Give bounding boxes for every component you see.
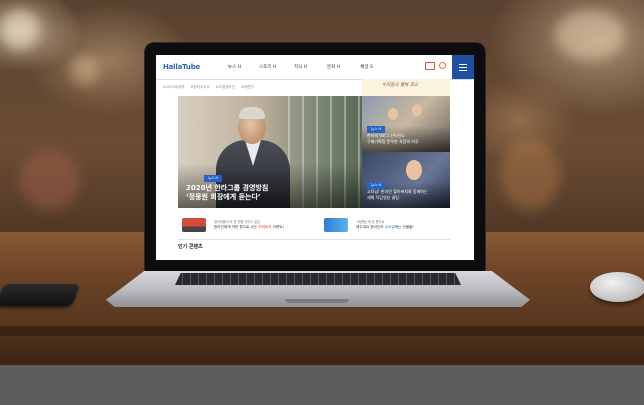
promo-text: 한라피플이 꼭 한 번쯤 이야기 같은 한라인에게 따뜻 힘으로 주는 커피트럭… <box>214 220 284 230</box>
laptop-screen: HallaTube 뉴스 H 스토리 H 지식 H 문화 H 채널 S #202… <box>156 55 474 260</box>
promo-wednesday[interactable]: 시청했는데 안 봤어요 해주세요 한라인의 수요일에는 선물을! <box>324 213 464 237</box>
bokeh-light <box>70 55 100 85</box>
card-title-line: 새해 덕담영상 꿀팁 <box>367 194 399 200</box>
nav-item-culture[interactable]: 문화 H <box>317 64 350 70</box>
table-edge <box>0 326 644 336</box>
background-scene: HallaTube 뉴스 H 스토리 H 지식 H 문화 H 채널 S #202… <box>0 0 644 365</box>
computer-mouse <box>590 272 644 302</box>
site-logo[interactable]: HallaTube <box>163 63 200 71</box>
site-header: HallaTube 뉴스 H 스토리 H 지식 H 문화 H 채널 S <box>156 55 474 80</box>
promo-text: 시청했는데 안 봤어요 해주세요 한라인의 수요일에는 선물을! <box>356 220 414 230</box>
coffee-truck-icon <box>182 218 206 232</box>
hero-badge: 뉴스 H <box>204 175 223 182</box>
tag-link[interactable]: #바른인 <box>241 85 254 89</box>
promo-line: 해주세요 한라인의 수요일에는 선물을! <box>356 225 414 230</box>
promo-line: 한라인에게 따뜻 힘으로 주는 커피트럭 이벤트! <box>214 225 284 230</box>
nav-item-story[interactable]: 스토리 H <box>251 64 284 70</box>
tag-link[interactable]: #2020유성부 <box>163 85 185 89</box>
card-title-line: 구매기획팀 윤주현 차장의 하루 <box>367 138 419 144</box>
header-icons <box>425 62 446 70</box>
smartphone <box>0 284 81 306</box>
wednesday-logo-icon <box>324 218 348 232</box>
card-badge: 뉴스 H <box>367 182 386 189</box>
main-nav: 뉴스 H 스토리 H 지식 H 문화 H 채널 S <box>218 64 383 70</box>
nav-item-channel[interactable]: 채널 S <box>350 64 383 70</box>
bokeh-light <box>500 140 560 210</box>
card-title: 고모님! 한라인 할아버지와 함께하는 새해 덕담영상 꿀팁 <box>367 189 428 200</box>
card-title-line: 고모님! 한라인 할아버지와 함께하는 <box>367 189 428 194</box>
laptop-keyboard <box>175 273 461 285</box>
nav-item-news[interactable]: 뉴스 H <box>218 64 251 70</box>
section-title: 인기 콘텐츠 <box>178 244 203 250</box>
bottom-band <box>0 365 644 405</box>
person-hair <box>239 107 265 119</box>
nav-item-knowledge[interactable]: 지식 H <box>284 64 317 70</box>
promo-line-text: 이벤트! <box>271 225 284 229</box>
card-title: 한라의 V로그 (주)만도 구매기획팀 윤주현 차장의 하루 <box>367 133 419 144</box>
card-badge: 뉴스 H <box>367 126 386 133</box>
person-face <box>388 108 398 120</box>
search-icon[interactable] <box>439 62 446 69</box>
promo-line-text: 한라인에게 따뜻 힘으로 주는 <box>214 225 259 229</box>
promo-coffee-truck[interactable]: 한라피플이 꼭 한 번쯤 이야기 같은 한라인에게 따뜻 힘으로 주는 커피트럭… <box>182 213 322 237</box>
hero-title-line: 2020년 한라그룹 경영방침 <box>186 184 269 192</box>
tag-link[interactable]: #한라주의소 <box>191 85 210 89</box>
bokeh-light <box>555 10 625 60</box>
tag-link[interactable]: #오일앤마인 <box>216 85 235 89</box>
promo-line-text: 해주세요 한라인의 <box>356 225 385 229</box>
hamburger-menu-icon[interactable] <box>452 55 474 79</box>
side-banner[interactable]: 우리들의 행복 학교 <box>362 79 450 96</box>
laptop-notch <box>285 299 349 303</box>
bokeh-light <box>0 10 40 50</box>
promo-highlight: 수요일 <box>384 225 395 229</box>
promo-line-text: 에는 선물을! <box>394 225 414 229</box>
promo-highlight: 커피트럭 <box>258 225 272 229</box>
person-face <box>406 160 422 180</box>
news-card[interactable]: 뉴스 H 고모님! 한라인 할아버지와 함께하는 새해 덕담영상 꿀팁 <box>362 152 450 208</box>
person-face <box>412 104 422 116</box>
news-card[interactable]: 뉴스 H 한라의 V로그 (주)만도 구매기획팀 윤주현 차장의 하루 <box>362 96 450 152</box>
hero-title: 2020년 한라그룹 경영방침 ‘정몽원 회장에게 듣는다’ <box>186 184 268 202</box>
hero-feature[interactable]: 뉴스 H 2020년 한라그룹 경영방침 ‘정몽원 회장에게 듣는다’ <box>178 96 362 208</box>
section-divider <box>178 239 450 240</box>
bokeh-light <box>20 150 80 210</box>
hero-title-line: ‘정몽원 회장에게 듣는다’ <box>186 193 261 201</box>
side-banner-text: 우리들의 행복 학교 <box>382 83 418 88</box>
mail-icon[interactable] <box>425 62 435 70</box>
